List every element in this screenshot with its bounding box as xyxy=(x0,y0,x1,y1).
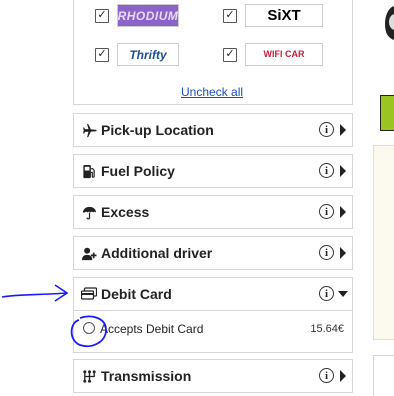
checkbox[interactable]: ✓ xyxy=(223,47,237,62)
supplier-sixt[interactable]: ✓ SiXT xyxy=(223,4,323,27)
gearbox-icon xyxy=(81,368,97,384)
section-label: Fuel Policy xyxy=(101,163,175,179)
sixt-logo: SiXT xyxy=(245,4,323,27)
chevron-right-icon[interactable] xyxy=(340,370,346,382)
info-icon[interactable]: i xyxy=(319,368,334,383)
chevron-right-icon[interactable] xyxy=(340,165,346,177)
option-label: Accepts Debit Card xyxy=(100,322,204,336)
plane-icon xyxy=(81,122,97,138)
section-pickup-location[interactable]: Pick-up Location i xyxy=(73,113,353,147)
thrifty-logo: Thrifty xyxy=(117,43,179,66)
section-label: Excess xyxy=(101,204,150,220)
debit-card-icon xyxy=(81,286,97,302)
supplier-wificar[interactable]: ✓ WIFI CAR xyxy=(223,43,323,66)
wificar-logo: WIFI CAR xyxy=(245,43,323,66)
info-icon[interactable]: i xyxy=(319,245,334,260)
umbrella-icon xyxy=(81,204,97,220)
chevron-right-icon[interactable] xyxy=(340,206,346,218)
checkbox[interactable]: ✓ xyxy=(223,8,237,23)
green-badge xyxy=(380,95,394,131)
section-label: Debit Card xyxy=(101,286,172,302)
offer-card-partial xyxy=(373,145,394,340)
uncheck-all-link[interactable]: Uncheck all xyxy=(181,85,243,99)
info-icon[interactable]: i xyxy=(319,122,334,137)
annotation-arrow-head xyxy=(54,284,69,302)
section-additional-driver[interactable]: Additional driver i xyxy=(73,236,353,270)
fuel-pump-icon xyxy=(81,163,97,179)
info-icon[interactable]: i xyxy=(319,286,334,301)
chevron-down-icon[interactable] xyxy=(338,291,348,297)
section-fuel-policy[interactable]: Fuel Policy i xyxy=(73,154,353,188)
checkbox[interactable]: ✓ xyxy=(95,47,109,62)
info-icon[interactable]: i xyxy=(319,204,334,219)
supplier-thrifty[interactable]: ✓ Thrifty xyxy=(95,43,179,66)
supplier-rhodium[interactable]: ✓ RHODIUM xyxy=(95,4,179,27)
section-transmission[interactable]: Transmission i xyxy=(73,359,353,393)
rhodium-logo: RHODIUM xyxy=(117,4,179,27)
option-price: 15.64€ xyxy=(310,323,344,335)
section-debit-card[interactable]: Debit Card i xyxy=(73,277,353,311)
info-icon[interactable]: i xyxy=(319,163,334,178)
checkbox[interactable]: ✓ xyxy=(95,8,109,23)
debit-card-radio[interactable] xyxy=(83,322,95,334)
offer-card-partial-2 xyxy=(373,355,394,396)
annotation-arrow-line xyxy=(1,292,67,298)
car-thumbnail xyxy=(380,0,394,62)
section-label: Pick-up Location xyxy=(101,122,214,138)
debit-card-option-row[interactable]: Accepts Debit Card 15.64€ xyxy=(73,311,353,353)
add-user-icon xyxy=(81,245,97,261)
chevron-right-icon[interactable] xyxy=(340,247,346,259)
section-label: Additional driver xyxy=(101,245,213,261)
section-excess[interactable]: Excess i xyxy=(73,195,353,229)
section-label: Transmission xyxy=(101,368,192,384)
chevron-right-icon[interactable] xyxy=(340,124,346,136)
